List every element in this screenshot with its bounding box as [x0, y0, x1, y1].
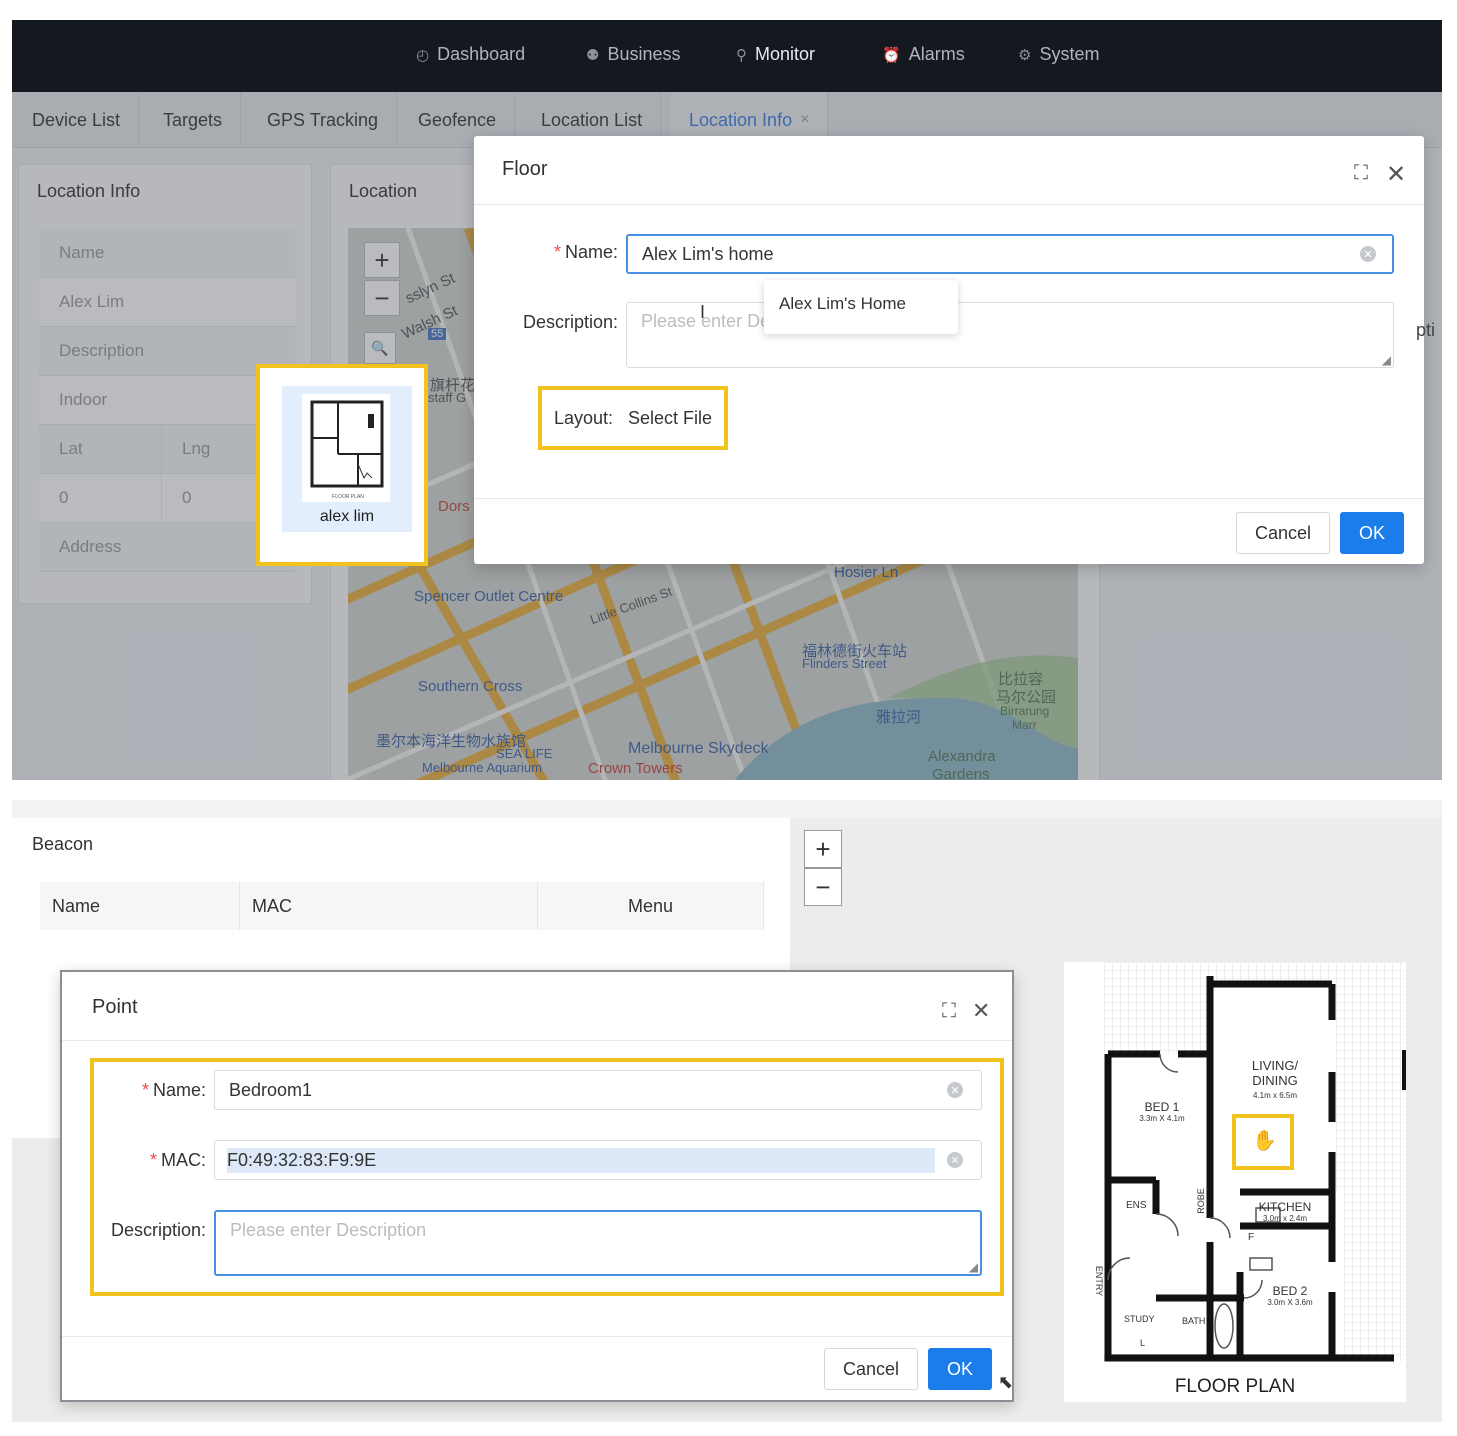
nav-label: System: [1039, 44, 1100, 64]
room-label-kitchen: KITCHEN 3.0m x 2.4m: [1258, 1200, 1312, 1223]
point-mac-input[interactable]: F0:49:32:83:F9:9E ✕: [214, 1140, 982, 1180]
close-icon[interactable]: ✕: [1386, 160, 1406, 189]
divider: [474, 204, 1424, 205]
floor-modal: Floor ⛶ ✕ * Name: Alex Lim's home ✕ Descr…: [474, 136, 1424, 564]
input-value: Bedroom1: [229, 1079, 313, 1100]
room-label-entry: ENTRY: [1094, 1265, 1105, 1297]
room-label-living: LIVING/ DINING 4.1m x 6.5m: [1251, 1058, 1299, 1100]
nav-label: Business: [607, 44, 681, 64]
room-label-bed2: BED 2 3.0m X 3.6m: [1267, 1284, 1313, 1307]
location-info-screen: ◴ Dashboard ⚉ Business ⚲ Monitor ⏰ Alarm…: [12, 20, 1442, 780]
input-placeholder: Please enter De: [641, 311, 771, 331]
cancel-button[interactable]: Cancel: [824, 1348, 918, 1390]
floor-name-input[interactable]: Alex Lim's home ✕: [626, 234, 1394, 274]
floorplan-zoom-out[interactable]: −: [804, 868, 842, 906]
maximize-icon[interactable]: ⛶: [1354, 162, 1368, 185]
resize-handle-icon[interactable]: ◢: [1382, 353, 1391, 367]
resize-handle-icon[interactable]: ◢: [969, 1260, 978, 1274]
point-name-input[interactable]: Bedroom1 ✕: [214, 1070, 982, 1110]
floor-plan-view[interactable]: LIVING/ DINING 4.1m x 6.5m BED 1 3.3m X …: [1064, 962, 1406, 1402]
floor-thumbnail-highlight: FLOOR PLAN alex lim: [256, 364, 428, 566]
top-strip: [12, 800, 1442, 818]
hand-pointer-icon[interactable]: ✋: [1252, 1128, 1277, 1153]
floorplan-zoom-in[interactable]: +: [804, 830, 842, 868]
clear-icon[interactable]: ✕: [1360, 246, 1376, 262]
room-label-f: F: [1248, 1232, 1255, 1243]
floor-plan-title: FLOOR PLAN: [1174, 1376, 1296, 1397]
modal-title: Point: [92, 996, 138, 1018]
room-label-ens: ENS: [1126, 1200, 1147, 1211]
description-label: Description:: [522, 312, 618, 332]
beacon-screen: Beacon Name MAC Menu + − LIVING/ DINING …: [12, 800, 1442, 1422]
ok-button[interactable]: OK: [1340, 512, 1404, 554]
mac-label: * MAC:: [149, 1150, 206, 1170]
nav-label: Alarms: [908, 44, 965, 64]
alarm-icon: ⏰: [882, 46, 901, 64]
layout-label: Layout:: [554, 408, 614, 428]
name-label: * Name:: [141, 1080, 206, 1100]
room-label-robe: ROBE: [1195, 1188, 1206, 1214]
nav-item-system[interactable]: ⚙ System: [1018, 44, 1099, 65]
nav-item-dashboard[interactable]: ◴ Dashboard: [416, 44, 525, 65]
text-cursor-icon: I: [700, 302, 706, 322]
point-description-input[interactable]: Please enter Description ◢: [214, 1210, 982, 1276]
floor-plan-drawing: [1104, 962, 1406, 1362]
nav-item-alarms[interactable]: ⏰ Alarms: [882, 44, 965, 65]
nav-item-business[interactable]: ⚉ Business: [586, 44, 681, 65]
column-header-menu: Menu: [538, 882, 764, 930]
suggestion-text: Alex Lim's Home: [779, 294, 907, 313]
modal-title: Floor: [502, 158, 548, 180]
floor-thumbnail[interactable]: FLOOR PLAN alex lim: [282, 386, 412, 532]
thumbnail-plan-label: FLOOR PLAN: [332, 494, 364, 500]
name-label: * Name:: [553, 242, 618, 262]
nav-label: Dashboard: [437, 44, 526, 64]
top-navigation: ◴ Dashboard ⚉ Business ⚲ Monitor ⏰ Alarm…: [12, 20, 1442, 92]
column-header-name: Name: [40, 882, 240, 930]
room-label-bath: BATH: [1182, 1316, 1206, 1326]
ok-button[interactable]: OK: [928, 1348, 992, 1390]
gear-icon: ⚙: [1018, 46, 1032, 64]
divider: [62, 1040, 1012, 1041]
cancel-button[interactable]: Cancel: [1236, 512, 1330, 554]
divider: [62, 1336, 1012, 1337]
nav-item-monitor[interactable]: ⚲ Monitor: [736, 44, 815, 65]
thumbnail-caption: alex lim: [319, 508, 375, 525]
nav-label: Monitor: [755, 44, 816, 64]
input-value: Alex Lim's home: [642, 243, 774, 264]
close-icon[interactable]: ✕: [972, 998, 990, 1024]
autocomplete-suggestion[interactable]: Alex Lim's Home: [764, 280, 958, 334]
column-header-mac: MAC: [240, 882, 538, 930]
divider: [474, 498, 1424, 499]
gauge-icon: ◴: [416, 46, 430, 64]
room-label-bed1: BED 1 3.3m X 4.1m: [1139, 1100, 1185, 1123]
maximize-icon[interactable]: ⛶: [942, 1000, 956, 1023]
background-fragment: pti: [1416, 320, 1436, 340]
users-icon: ⚉: [586, 46, 600, 64]
input-value-selected: F0:49:32:83:F9:9E: [227, 1147, 935, 1173]
clear-icon[interactable]: ✕: [947, 1082, 963, 1098]
room-label-study: STUDY: [1124, 1314, 1155, 1324]
floor-description-input[interactable]: Please enter De ◢: [626, 302, 1394, 368]
mouse-pointer-icon: ⬉: [998, 1372, 1014, 1392]
select-file-button[interactable]: Select File: [628, 408, 712, 429]
point-modal: Point ⛶ ✕ * Name: Bedroom1 ✕ * MAC: F0:49:…: [60, 970, 1014, 1402]
card-title: Beacon: [32, 834, 94, 854]
room-label-l: L: [1140, 1338, 1146, 1348]
description-label: Description:: [110, 1220, 206, 1240]
clear-icon[interactable]: ✕: [947, 1152, 963, 1168]
location-pin-icon: ⚲: [736, 46, 747, 64]
input-placeholder: Please enter Description: [230, 1220, 427, 1240]
floor-plan-thumbnail-image: [302, 394, 390, 502]
